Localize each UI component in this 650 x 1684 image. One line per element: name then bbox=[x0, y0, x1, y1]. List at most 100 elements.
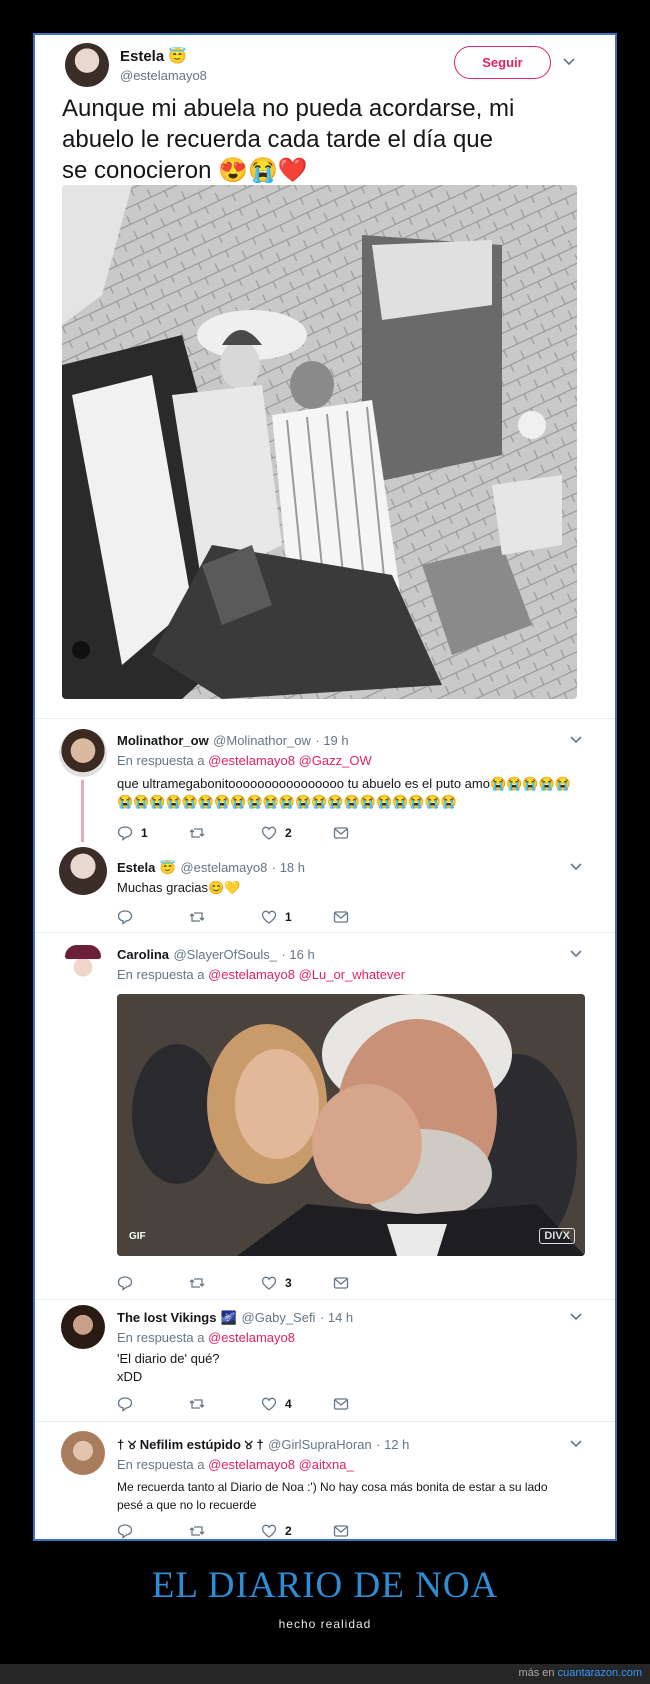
angel-emoji: 😇 bbox=[159, 860, 176, 875]
chevron-down-icon[interactable] bbox=[569, 1439, 583, 1449]
like-count: 2 bbox=[285, 826, 292, 840]
like-button[interactable]: 1 bbox=[261, 909, 292, 925]
reply-button[interactable] bbox=[117, 1523, 133, 1539]
reply-to-mentions[interactable]: @estelamayo8 @aitxna_ bbox=[208, 1457, 354, 1472]
reply-to-mentions[interactable]: @estelamayo8 bbox=[208, 1330, 295, 1345]
reply-timestamp[interactable]: · 12 h bbox=[376, 1437, 409, 1452]
reply-button[interactable] bbox=[117, 1275, 133, 1291]
reply-author-handle[interactable]: @GirlSupraHoran bbox=[268, 1437, 372, 1452]
reply-button[interactable] bbox=[117, 1396, 133, 1412]
retweet-button[interactable] bbox=[189, 1275, 205, 1291]
like-count: 4 bbox=[285, 1397, 292, 1411]
reply-actions: 3 bbox=[117, 1275, 417, 1291]
author-name-text: Estela bbox=[120, 48, 165, 65]
divider bbox=[35, 1421, 615, 1422]
retweet-button[interactable] bbox=[189, 825, 205, 841]
reply-actions: 4 bbox=[117, 1396, 417, 1412]
heart-icon bbox=[261, 910, 277, 924]
avatar[interactable] bbox=[59, 729, 107, 777]
reply-author-handle[interactable]: @SlayerOfSouls_ bbox=[173, 947, 277, 962]
reply-to-line: En respuesta a @estelamayo8 bbox=[117, 1330, 295, 1345]
like-button[interactable]: 3 bbox=[261, 1275, 292, 1291]
reply-text: que ultramegabonitoooooooooooooooo tu ab… bbox=[117, 776, 571, 809]
avatar[interactable] bbox=[59, 847, 107, 895]
retweet-button[interactable] bbox=[189, 909, 205, 925]
message-button[interactable] bbox=[333, 1396, 349, 1412]
reply-author-name[interactable]: † ୪ Nefilim estúpido ୪ † bbox=[117, 1437, 264, 1452]
reply-author-handle[interactable]: @Molinathor_ow bbox=[213, 733, 311, 748]
reply-icon bbox=[117, 1276, 133, 1291]
chevron-down-icon[interactable] bbox=[569, 949, 583, 959]
envelope-icon bbox=[333, 911, 349, 923]
reply-text: 'El diario de' qué? bbox=[117, 1351, 220, 1366]
author-handle[interactable]: @estelamayo8 bbox=[120, 68, 207, 83]
avatar[interactable] bbox=[61, 943, 105, 987]
like-count: 1 bbox=[285, 910, 292, 924]
reply-author-name[interactable]: Molinathor_ow bbox=[117, 733, 209, 748]
reply-to-mentions[interactable]: @estelamayo8 @Gazz_OW bbox=[208, 753, 372, 768]
reply-author-name[interactable]: Carolina bbox=[117, 947, 169, 962]
retweet-icon bbox=[189, 1526, 205, 1536]
retweet-button[interactable] bbox=[189, 1523, 205, 1539]
follow-button[interactable]: Seguir bbox=[454, 46, 551, 79]
envelope-icon bbox=[333, 1525, 349, 1537]
retweet-button[interactable] bbox=[189, 1396, 205, 1412]
reply-author-handle[interactable]: @estelamayo8 bbox=[180, 860, 267, 875]
reply-author-name[interactable]: The lost Vikings bbox=[117, 1310, 216, 1325]
like-button[interactable]: 2 bbox=[261, 825, 292, 841]
reply-gif[interactable]: GIF DIVX bbox=[117, 994, 585, 1256]
reply-text: Me recuerda tanto al Diario de Noa :') N… bbox=[117, 1480, 548, 1494]
reply-text-line2: pesé a que no lo recuerde bbox=[117, 1498, 257, 1512]
reply-timestamp[interactable]: · 18 h bbox=[272, 860, 305, 875]
heart-icon bbox=[261, 826, 277, 840]
chevron-down-icon[interactable] bbox=[562, 57, 576, 67]
site-link[interactable]: cuantarazon.com bbox=[558, 1667, 642, 1679]
avatar[interactable] bbox=[65, 43, 109, 87]
reply-button[interactable]: 1 bbox=[117, 825, 148, 841]
message-button[interactable] bbox=[333, 909, 349, 925]
reply-icon bbox=[117, 1397, 133, 1412]
reply-author-handle[interactable]: @Gaby_Sefi bbox=[242, 1310, 316, 1325]
tweet-photo[interactable] bbox=[62, 185, 577, 699]
like-count: 2 bbox=[285, 1524, 292, 1538]
chevron-down-icon[interactable] bbox=[569, 1312, 583, 1322]
reply-to-mentions[interactable]: @estelamayo8 @Lu_or_whatever bbox=[208, 967, 405, 982]
reply-icon bbox=[117, 910, 133, 925]
reply-actions: 2 bbox=[117, 1523, 417, 1539]
reply-to-line: En respuesta a @estelamayo8 @aitxna_ bbox=[117, 1457, 354, 1472]
envelope-icon bbox=[333, 1398, 349, 1410]
reply-timestamp[interactable]: · 19 h bbox=[315, 733, 348, 748]
reply-button[interactable] bbox=[117, 909, 133, 925]
divider bbox=[35, 932, 615, 933]
divx-badge: DIVX bbox=[539, 1228, 575, 1244]
avatar[interactable] bbox=[61, 1431, 105, 1475]
message-button[interactable] bbox=[333, 1275, 349, 1291]
photo-sensitive-badge-icon bbox=[72, 641, 90, 659]
chevron-down-icon[interactable] bbox=[569, 735, 583, 745]
reply-timestamp[interactable]: · 16 h bbox=[281, 947, 314, 962]
angel-emoji: 😇 bbox=[168, 48, 188, 65]
like-button[interactable]: 2 bbox=[261, 1523, 292, 1539]
reply-text-line2: xDD bbox=[117, 1369, 143, 1384]
like-button[interactable]: 4 bbox=[261, 1396, 292, 1412]
avatar[interactable] bbox=[61, 1305, 105, 1349]
reply-timestamp[interactable]: · 14 h bbox=[320, 1310, 353, 1325]
reply-text: Muchas gracias😊💛 bbox=[117, 880, 241, 895]
reply-to-prefix: En respuesta a bbox=[117, 1457, 205, 1472]
reply-icon bbox=[117, 826, 133, 841]
chevron-down-icon[interactable] bbox=[569, 862, 583, 872]
message-button[interactable] bbox=[333, 1523, 349, 1539]
reply-author-name[interactable]: Estela bbox=[117, 860, 155, 875]
galaxy-emoji: 🌌 bbox=[220, 1310, 238, 1325]
message-button[interactable] bbox=[333, 825, 349, 841]
envelope-icon bbox=[333, 1277, 349, 1289]
avatar-hat bbox=[65, 945, 101, 959]
gif-badge: GIF bbox=[129, 1231, 146, 1242]
author-name[interactable]: Estela 😇 bbox=[120, 47, 187, 65]
divider bbox=[35, 718, 615, 719]
retweet-icon bbox=[189, 1399, 205, 1409]
reply-actions: 1 bbox=[117, 909, 417, 925]
reply-actions: 1 2 bbox=[117, 825, 417, 841]
post-title: EL DIARIO DE NOA bbox=[151, 1565, 499, 1606]
more-prefix: más en bbox=[518, 1667, 555, 1679]
